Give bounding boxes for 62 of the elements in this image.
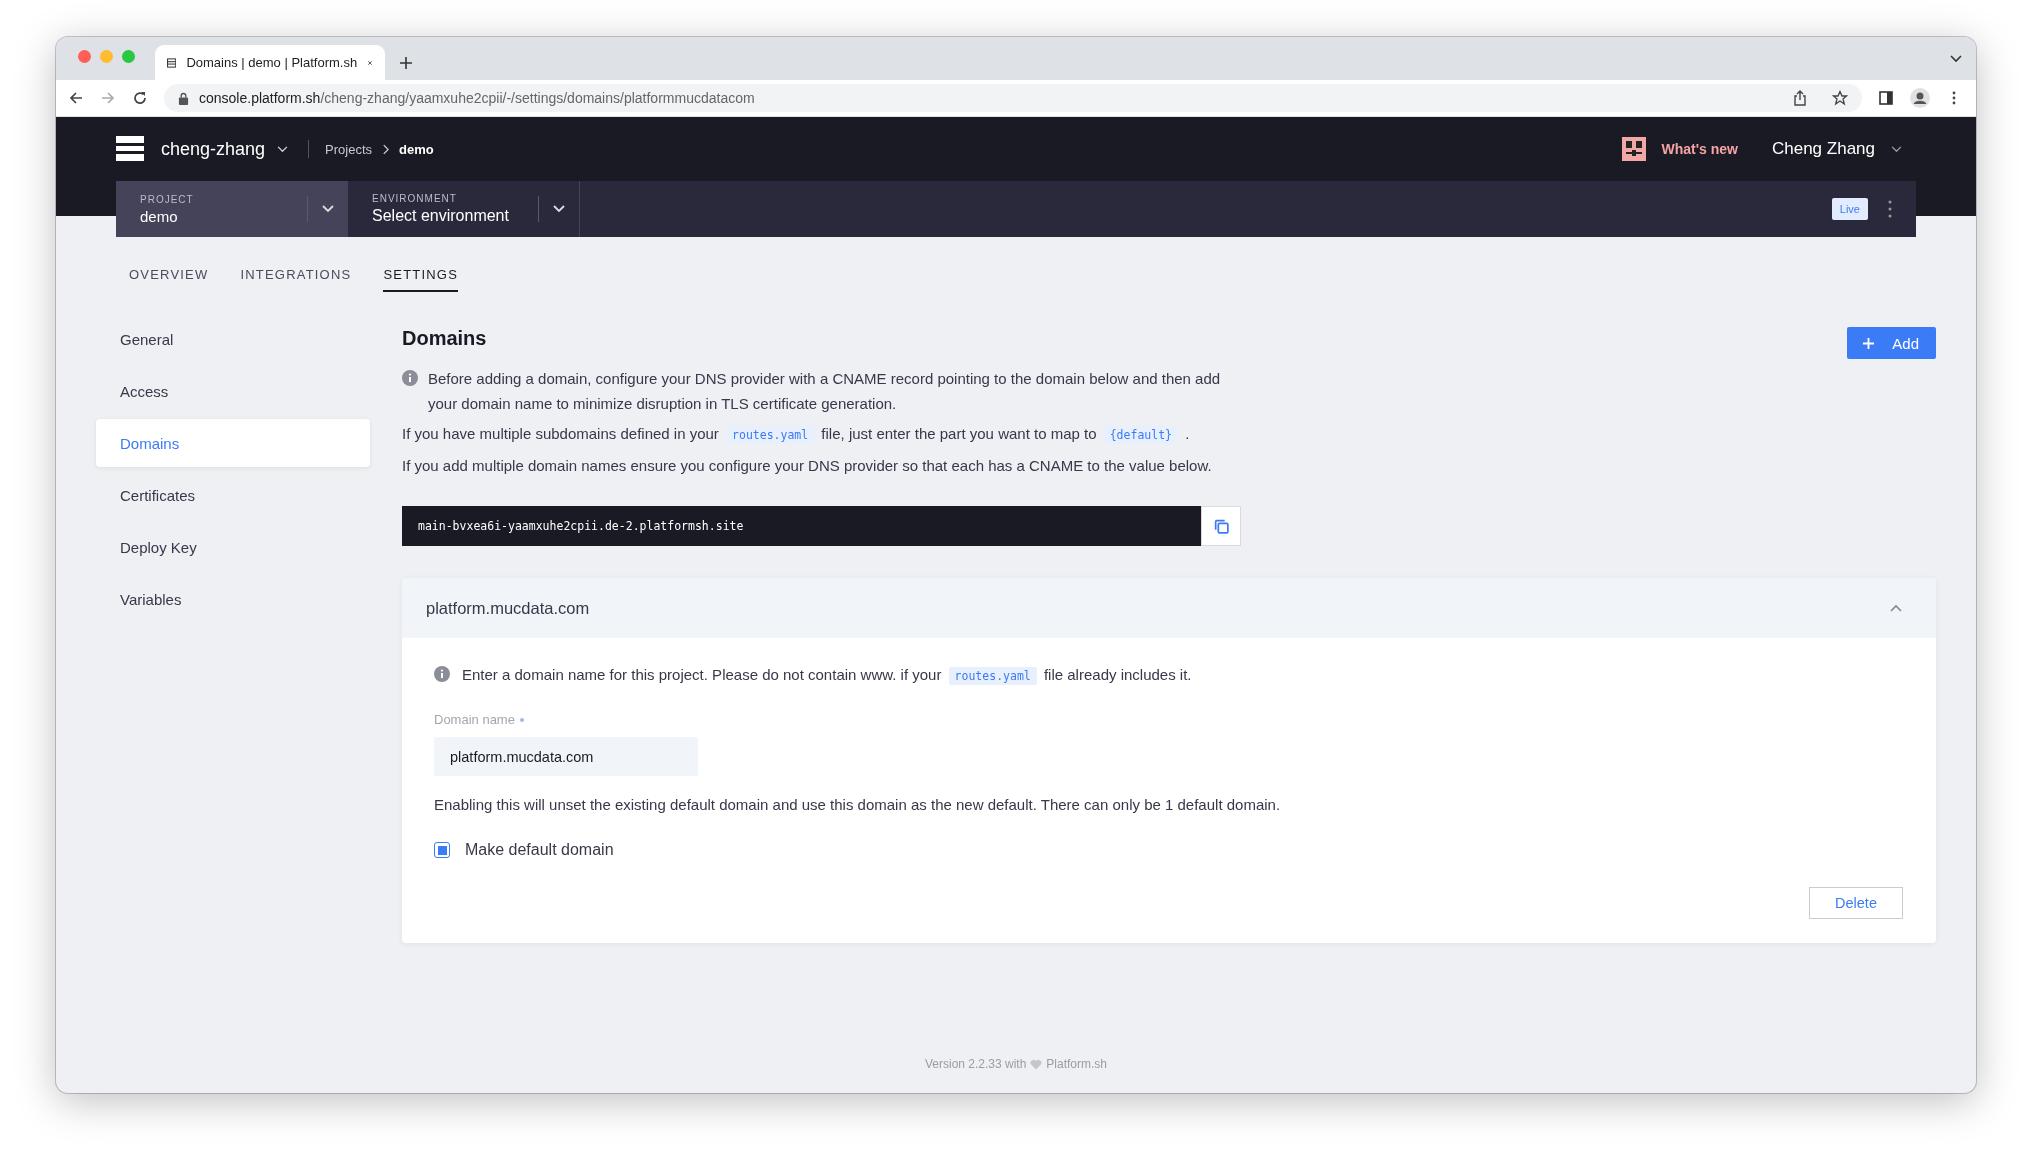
info-text: Enter a domain name for this project. Please do not contain www. if your routes.yaml file already includes it. <box>462 665 1192 687</box>
new-tab-icon[interactable] <box>399 56 413 70</box>
address-bar[interactable]: console.platform.sh/cheng-zhang/yaamxuhe2cpii/-/settings/domains/platformmucdatacom <box>164 84 1862 112</box>
whats-new-link[interactable]: What's new <box>1661 141 1738 157</box>
brand-text: Platform.sh <box>1046 1057 1108 1071</box>
chevron-down-icon[interactable] <box>1950 55 1962 63</box>
version-text: Version 2.2.33 with <box>924 1057 1027 1071</box>
share-icon[interactable] <box>1792 90 1808 106</box>
nav-tab[interactable]: SETTINGS <box>383 267 458 292</box>
breadcrumb-link[interactable]: demo <box>399 141 434 157</box>
menu-icon[interactable] <box>116 136 144 162</box>
sidebar-item[interactable]: Access <box>96 367 370 415</box>
environment-selector[interactable]: ENVIRONMENT Select environment <box>348 181 580 237</box>
nav-tab[interactable]: OVERVIEW <box>129 267 209 292</box>
chevron-down-icon <box>1891 145 1902 153</box>
sidebar-item[interactable]: Domains <box>96 419 370 467</box>
info-icon <box>434 666 450 682</box>
info-text: If you have multiple subdomains defined in your routes.yaml file, just enter the part you want to map to {default} . <box>402 424 1191 446</box>
back-icon[interactable] <box>68 90 84 106</box>
checkbox[interactable] <box>434 842 450 858</box>
more-options-icon[interactable] <box>1888 200 1892 218</box>
copy-button[interactable] <box>1201 506 1241 546</box>
section-title: Domains <box>402 327 487 350</box>
checkbox-label: Make default domain <box>465 841 614 859</box>
live-badge: Live <box>1831 198 1868 220</box>
user-menu[interactable]: Cheng Zhang <box>1771 139 1902 159</box>
heart-icon <box>1030 1058 1043 1070</box>
browser-tab[interactable]: Domains | demo | Platform.sh <box>155 45 385 80</box>
sidebar-item[interactable]: General <box>96 315 370 363</box>
organization-dropdown[interactable]: cheng-zhang <box>161 138 289 160</box>
robot-face-icon[interactable] <box>1621 137 1646 161</box>
info-text: If you add multiple domain names ensure you configure your DNS provider so that each has a CNAME to the value below. <box>402 456 1213 476</box>
delete-button[interactable]: Delete <box>1809 887 1903 919</box>
sidebar-item[interactable]: Variables <box>96 575 370 623</box>
domain-name-field[interactable]: platform.mucdata.com <box>434 737 698 776</box>
breadcrumb-link[interactable]: Projects <box>325 141 373 157</box>
help-text: Enabling this will unset the existing default domain and use this domain as the new default. There can only be 1 default domain. <box>434 795 1282 815</box>
bookmark-star-icon[interactable] <box>1832 90 1848 106</box>
sidebar-item[interactable]: Certificates <box>96 471 370 519</box>
sidebar-item[interactable]: Deploy Key <box>96 523 370 571</box>
chevron-right-icon <box>382 143 390 155</box>
plus-icon <box>1862 336 1876 350</box>
cname-value: main-bvxea6i-yaamxuhe2cpii.de-2.platformsh.site <box>402 506 1201 546</box>
copy-icon <box>1212 517 1230 535</box>
domain-title: platform.mucdata.com <box>426 598 590 618</box>
side-panel-icon[interactable] <box>1878 90 1894 106</box>
card-header[interactable]: platform.mucdata.com <box>402 578 1936 638</box>
lock-icon <box>178 91 189 105</box>
nav-tab[interactable]: INTEGRATIONS <box>240 267 352 292</box>
profile-avatar-icon[interactable] <box>1910 88 1930 108</box>
field-label: Domain name <box>434 712 515 727</box>
info-icon <box>402 370 418 386</box>
chevron-down-icon <box>553 205 565 213</box>
chevron-up-icon[interactable] <box>1890 604 1902 612</box>
chevron-down-icon <box>322 205 334 213</box>
info-text: Before adding a domain, configure your DNS provider with a CNAME record pointing to the domain below and then add your domain name to minimize disruption in TLS certificate generation. <box>428 369 1222 414</box>
project-selector[interactable]: PROJECT demo <box>116 181 348 237</box>
tab-title: Domains | demo | Platform.sh <box>186 55 358 70</box>
reload-icon[interactable] <box>132 90 148 106</box>
chevron-down-icon <box>277 145 289 153</box>
add-button[interactable]: Add <box>1847 327 1936 359</box>
url-text: console.platform.sh/cheng-zhang/yaamxuhe2cpii/-/settings/domains/platformmucdatacom <box>199 90 755 106</box>
